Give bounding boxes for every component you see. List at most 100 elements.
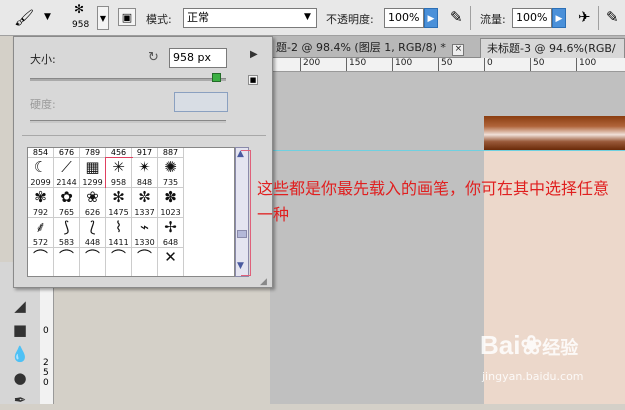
opacity-slider-button[interactable]: ▶ xyxy=(424,8,438,28)
brush-preset-size-label: 958 xyxy=(110,178,127,187)
opacity-label: 不透明度: xyxy=(326,13,374,26)
brush-preset-item[interactable]: ▦ 1299 xyxy=(80,158,106,188)
brush-preset-item[interactable]: ✢ 648 xyxy=(158,218,184,248)
brush-preset-item[interactable]: ⟋ 2144 xyxy=(54,158,80,188)
brush-preset-item[interactable]: ❀ 626 xyxy=(80,188,106,218)
toggle-brush-panel-button[interactable]: ▣ xyxy=(118,8,136,26)
tool-preset-dropdown-arrow-icon[interactable]: ▼ xyxy=(44,12,51,22)
brush-tip-icon: ▦ xyxy=(85,158,100,176)
brush-preset-size-label: 2144 xyxy=(56,178,77,187)
dodge-icon[interactable]: ● xyxy=(10,368,30,388)
brush-preset-item[interactable]: ⌒ xyxy=(28,248,54,276)
flow-slider-button[interactable]: ▶ xyxy=(552,8,566,28)
mode-label: 模式: xyxy=(146,13,172,26)
guide-line[interactable] xyxy=(270,150,625,151)
hardness-input xyxy=(174,92,228,112)
ruler-label: 150 xyxy=(349,58,367,68)
brush-tip-icon: ⌇ xyxy=(114,218,123,236)
tab-document-3[interactable]: 未标题-3 @ 94.6%(RGB/ xyxy=(480,38,625,58)
ruler-label: 0 xyxy=(43,326,49,336)
resize-grip-icon[interactable]: ◢ xyxy=(260,277,267,287)
brush-picker-arrow-button[interactable]: ▼ xyxy=(97,6,109,30)
size-slider-thumb[interactable] xyxy=(212,73,221,82)
brush-preset-item[interactable]: ⸙ 572 xyxy=(28,218,54,248)
size-input[interactable]: 958 px xyxy=(169,48,227,68)
brush-preset-item[interactable]: ✾ 792 xyxy=(28,188,54,218)
brush-preset-size-label: 456 xyxy=(106,148,132,158)
brush-preset-list[interactable]: 854 676 789 456 917 887 ☾ 2099 ⟋ 2144 ▦ 1299 ✳ 958 ✴ 84… xyxy=(27,147,235,277)
flow-input[interactable]: 100% xyxy=(512,8,552,28)
ruler-label: 100 xyxy=(395,58,413,68)
brush-preset-size-label: 735 xyxy=(162,178,179,187)
brush-preset-item[interactable]: ✳ 958 xyxy=(105,157,133,189)
brush-preset-item[interactable]: ✴ 848 xyxy=(132,158,158,188)
brush-preset-item[interactable]: ✼ 1337 xyxy=(132,188,158,218)
tablet-pressure-size-icon[interactable]: ✎ xyxy=(606,8,619,26)
size-slider[interactable] xyxy=(30,78,226,81)
panel-menu-arrow-icon[interactable]: ▶ xyxy=(250,49,258,60)
brush-preset-size-label: 789 xyxy=(80,148,106,158)
brush-tip-icon: ⌒ xyxy=(84,248,100,266)
brush-size-readout: 958 xyxy=(72,20,90,30)
divider xyxy=(22,135,266,136)
mode-select-value: 正常 xyxy=(187,11,209,24)
gradient-icon[interactable]: ■ xyxy=(10,320,30,340)
brush-tool-icon[interactable]: 🖌 xyxy=(14,8,34,28)
brush-preset-size-label: 848 xyxy=(136,178,153,187)
ruler-label: 0 xyxy=(43,378,49,388)
brush-preset-size-label: 792 xyxy=(32,208,49,217)
brush-tip-icon: ⟅ xyxy=(89,218,96,236)
toggle-panel-icon: ▣ xyxy=(121,11,133,24)
brush-preset-item[interactable]: ⌒ xyxy=(106,248,132,276)
brush-tip-icon: ✴ xyxy=(138,158,151,176)
close-icon[interactable]: × xyxy=(452,44,465,56)
opacity-input[interactable]: 100% xyxy=(384,8,424,28)
brush-tip-icon: ⌒ xyxy=(58,248,74,266)
brush-preset-item[interactable]: ⌒ xyxy=(80,248,106,276)
brush-preset-size-label: 1337 xyxy=(134,208,155,217)
new-preset-icon[interactable]: ■ xyxy=(248,75,258,85)
eraser-icon[interactable]: ◢ xyxy=(10,296,30,316)
brush-tip-icon: ⌒ xyxy=(110,248,126,266)
ruler-label: 50 xyxy=(441,58,453,68)
reset-icon[interactable]: ↻ xyxy=(148,50,159,65)
brush-tip-icon: ✻ xyxy=(112,188,125,206)
hardness-slider xyxy=(30,120,226,123)
tab-document-2[interactable]: 题-2 @ 98.4% (图层 1, RGB/8) * × xyxy=(270,38,478,58)
brush-tip-icon: ✢ xyxy=(164,218,177,236)
brush-preset-item[interactable]: ⟅ 448 xyxy=(80,218,106,248)
brush-preset-item[interactable]: ✕ xyxy=(158,248,184,276)
brush-preset-size-label: 854 xyxy=(28,148,54,158)
document-tabs: 题-2 @ 98.4% (图层 1, RGB/8) * × 未标题-3 @ 94… xyxy=(270,36,625,58)
brush-preset-picker[interactable]: ✻ 958 xyxy=(70,2,96,34)
pen-icon[interactable]: ✒ xyxy=(10,390,30,410)
brush-tip-icon: ✳ xyxy=(112,158,125,176)
brush-tip-icon: ✕ xyxy=(164,248,177,266)
gradient-bar-image xyxy=(484,116,625,150)
brush-tip-icon: ☾ xyxy=(33,158,48,176)
brush-preset-size-label: 448 xyxy=(84,238,101,247)
brush-preset-item[interactable]: ✽ 1023 xyxy=(158,188,184,218)
brush-preset-item[interactable]: ☾ 2099 xyxy=(28,158,54,188)
brush-tip-icon: ⸙ xyxy=(34,218,47,236)
brush-preset-item[interactable]: ⌁ 1330 xyxy=(132,218,158,248)
mode-select-arrow-icon[interactable]: ▼ xyxy=(304,12,311,22)
brush-preset-item[interactable]: ✺ 735 xyxy=(158,158,184,188)
brush-tip-icon: ✾ xyxy=(34,188,47,206)
brush-preset-item[interactable]: ⌒ xyxy=(132,248,158,276)
brush-preset-item[interactable]: ⟆ 583 xyxy=(54,218,80,248)
brush-preset-item[interactable]: ✿ 765 xyxy=(54,188,80,218)
brush-preset-item[interactable]: ✻ 1475 xyxy=(106,188,132,218)
ruler-label: 5 xyxy=(43,368,49,378)
tablet-pressure-opacity-icon[interactable]: ✎ xyxy=(450,8,463,26)
hardness-label: 硬度: xyxy=(30,98,56,111)
airbrush-icon[interactable]: ✈ xyxy=(578,8,591,26)
horizontal-ruler[interactable]: 200 150 100 50 0 50 100 xyxy=(270,58,625,72)
brush-tip-icon: ⟋ xyxy=(61,158,72,176)
brush-preset-size-label: 1299 xyxy=(82,178,103,187)
blur-icon[interactable]: 💧 xyxy=(10,344,30,364)
brush-preset-item[interactable]: ⌒ xyxy=(54,248,80,276)
mode-select[interactable]: 正常 xyxy=(183,8,317,28)
brush-preset-item[interactable]: ⌇ 1411 xyxy=(106,218,132,248)
brush-preset-panel: 大小: ↻ 958 px ▶ ■ 硬度: 854 676 789 456 917 887 ☾… xyxy=(13,36,273,288)
